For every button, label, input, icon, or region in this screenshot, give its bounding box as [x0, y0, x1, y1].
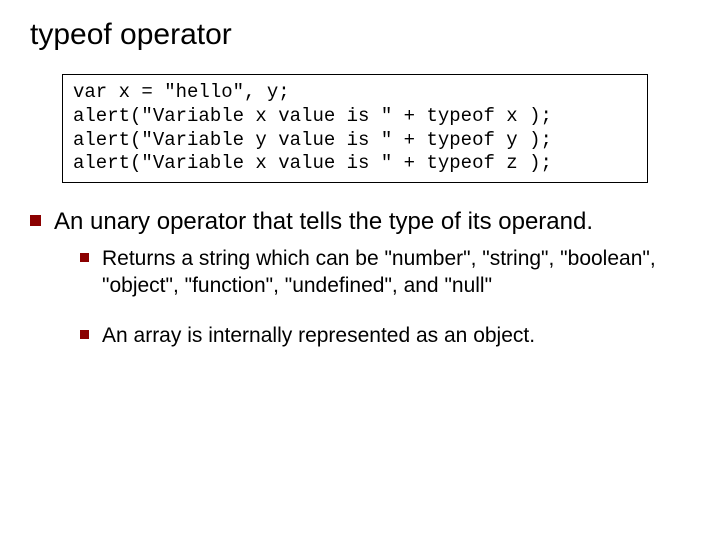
bullet-top-1-text: An unary operator that tells the type of…: [54, 208, 593, 235]
bullet-top-1: An unary operator that tells the type of…: [28, 207, 692, 349]
bullet-sub-2-text: An array is internally represented as an…: [102, 324, 535, 347]
bullet-list: An unary operator that tells the type of…: [28, 207, 692, 349]
code-line-1: var x = "hello", y;: [73, 81, 290, 103]
bullet-sub-1: Returns a string which can be "number", …: [54, 245, 692, 300]
slide-title: typeof operator: [30, 18, 692, 52]
slide: typeof operator var x = "hello", y; aler…: [0, 0, 720, 540]
code-line-4: alert("Variable x value is " + typeof z …: [73, 152, 552, 174]
code-line-2: alert("Variable x value is " + typeof x …: [73, 105, 552, 127]
code-box: var x = "hello", y; alert("Variable x va…: [62, 74, 648, 183]
code-line-3: alert("Variable y value is " + typeof y …: [73, 129, 552, 151]
bullet-sub-1-text: Returns a string which can be "number", …: [102, 247, 656, 297]
bullet-sub-2: An array is internally represented as an…: [54, 322, 692, 349]
code-block: var x = "hello", y; alert("Variable x va…: [73, 81, 637, 176]
sub-bullet-list: Returns a string which can be "number", …: [54, 245, 692, 349]
